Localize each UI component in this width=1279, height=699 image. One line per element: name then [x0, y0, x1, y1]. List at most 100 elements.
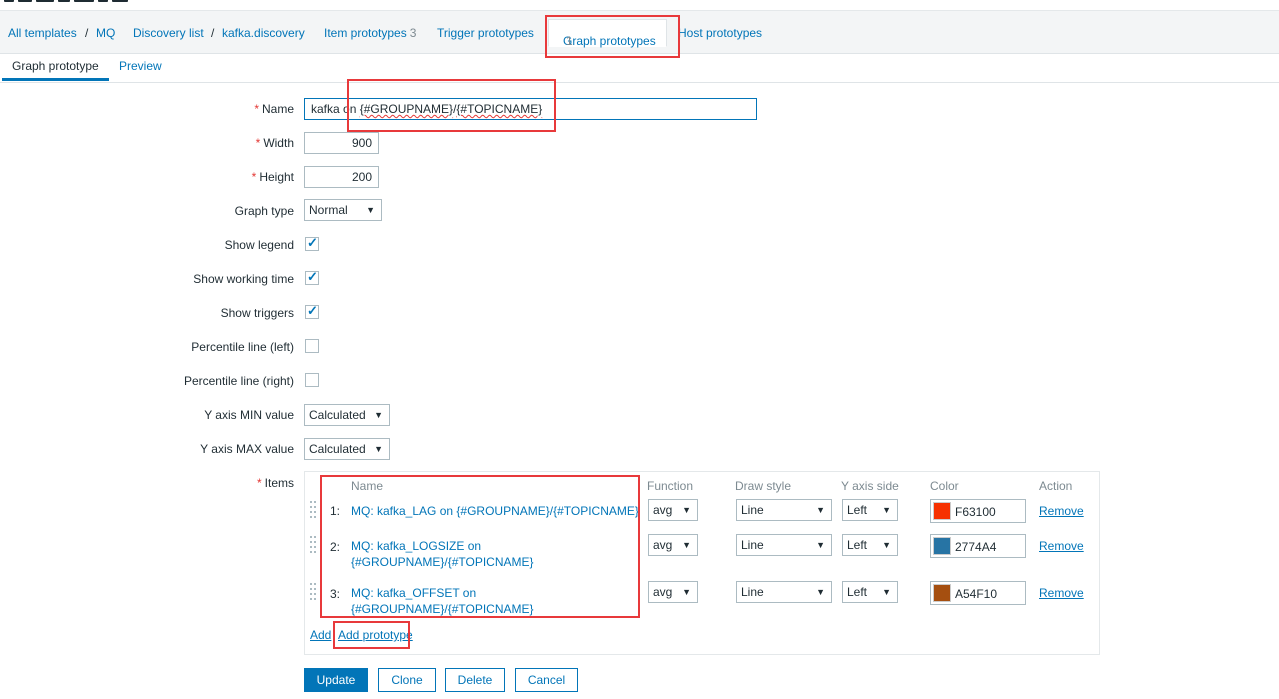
breadcrumb-discovery-rule[interactable]: kafka.discovery: [222, 26, 305, 40]
update-button[interactable]: Update: [304, 668, 368, 692]
drag-handle-icon[interactable]: [310, 536, 316, 554]
show-triggers-checkbox[interactable]: ✓: [305, 303, 319, 319]
item-draw-style-select[interactable]: Line ▼: [736, 534, 832, 556]
chevron-down-icon: ▼: [882, 505, 891, 515]
page-title-cutoff: [0, 0, 140, 6]
width-label: * Width: [256, 136, 294, 150]
breadcrumb-discovery-list[interactable]: Discovery list: [133, 26, 204, 40]
item-function-value: avg: [653, 585, 673, 599]
show-triggers-label: Show triggers: [220, 306, 294, 320]
item-name-line1: MQ: kafka_LAG on {#GROUPNAME}/{#TOPICNAM…: [351, 504, 639, 518]
item-y-axis-side-select[interactable]: Left ▼: [842, 499, 898, 521]
breadcrumb-graph-prototypes-count: 1: [566, 34, 573, 48]
required-marker: *: [256, 476, 262, 490]
add-item-link[interactable]: Add: [310, 628, 331, 642]
height-input[interactable]: 200: [304, 166, 379, 188]
item-draw-style-select[interactable]: Line ▼: [736, 581, 832, 603]
percentile-left-label: Percentile line (left): [191, 340, 294, 354]
breadcrumb-trigger-prototypes[interactable]: Trigger prototypes: [437, 26, 534, 40]
breadcrumb-host[interactable]: MQ: [96, 26, 115, 40]
item-remove-link[interactable]: Remove: [1039, 539, 1084, 553]
breadcrumb-item-prototypes[interactable]: Item prototypes 3: [324, 26, 416, 40]
tab-preview[interactable]: Preview: [119, 59, 162, 73]
item-color-input[interactable]: 2774A4: [930, 534, 1026, 558]
show-working-time-checkbox[interactable]: ✓: [305, 269, 319, 285]
items-header-y-axis-side: Y axis side: [841, 479, 899, 493]
items-header-function: Function: [647, 479, 694, 493]
ymax-label: Y axis MAX value: [200, 442, 294, 456]
drag-handle-icon[interactable]: [310, 501, 316, 519]
height-label: * Height: [252, 170, 294, 184]
item-y-axis-side-select[interactable]: Left ▼: [842, 534, 898, 556]
item-draw-style-value: Line: [741, 538, 764, 552]
ymin-label: Y axis MIN value: [204, 408, 294, 422]
item-remove-link[interactable]: Remove: [1039, 586, 1084, 600]
graph-type-select[interactable]: Normal ▼: [304, 199, 382, 221]
items-header-color: Color: [930, 479, 959, 493]
breadcrumb-separator: /: [85, 26, 89, 40]
item-function-select[interactable]: avg ▼: [648, 534, 698, 556]
color-swatch[interactable]: [933, 502, 951, 520]
item-name-line1: MQ: kafka_OFFSET on: [351, 586, 477, 600]
percentile-right-checkbox[interactable]: [305, 373, 319, 387]
item-function-select[interactable]: avg ▼: [648, 581, 698, 603]
clone-button[interactable]: Clone: [378, 668, 436, 692]
items-label-text: Items: [264, 476, 294, 490]
item-draw-style-value: Line: [741, 585, 764, 599]
breadcrumb-all-templates[interactable]: All templates: [8, 26, 77, 40]
item-function-select[interactable]: avg ▼: [648, 499, 698, 521]
width-input[interactable]: 900: [304, 132, 379, 154]
chevron-down-icon: ▼: [682, 505, 691, 515]
tab-graph-prototype[interactable]: Graph prototype: [2, 59, 109, 81]
color-swatch[interactable]: [933, 584, 951, 602]
show-legend-label: Show legend: [224, 238, 294, 252]
name-label-text: Name: [261, 102, 294, 116]
breadcrumb-graph-prototypes[interactable]: Graph prototypes 1: [548, 19, 667, 48]
chevron-down-icon: ▼: [682, 540, 691, 550]
ymax-select[interactable]: Calculated ▼: [304, 438, 390, 460]
item-row-number: 3:: [330, 587, 341, 601]
cancel-button[interactable]: Cancel: [515, 668, 578, 692]
item-color-value: A54F10: [955, 587, 998, 601]
chevron-down-icon: ▼: [816, 587, 825, 597]
item-draw-style-select[interactable]: Line ▼: [736, 499, 832, 521]
show-legend-checkbox[interactable]: ✓: [305, 235, 319, 251]
show-working-time-label: Show working time: [193, 272, 294, 286]
drag-handle-icon[interactable]: [310, 583, 316, 601]
items-header-action: Action: [1039, 479, 1073, 493]
item-remove-link[interactable]: Remove: [1039, 504, 1084, 518]
height-label-text: Height: [259, 170, 294, 184]
item-name-link[interactable]: MQ: kafka_LOGSIZE on {#GROUPNAME}/{#TOPIC…: [351, 538, 534, 570]
add-prototype-link[interactable]: Add prototype: [338, 628, 413, 642]
delete-button[interactable]: Delete: [445, 668, 505, 692]
item-function-value: avg: [653, 503, 673, 517]
item-name-line2: {#GROUPNAME}/{#TOPICNAME}: [351, 555, 534, 569]
page-header-strip: [0, 0, 1279, 11]
item-color-input[interactable]: F63100: [930, 499, 1026, 523]
checkmark-icon: ✓: [307, 235, 318, 250]
item-color-value: 2774A4: [955, 540, 997, 554]
item-row-number: 1:: [330, 504, 341, 518]
items-header-draw-style: Draw style: [735, 479, 792, 493]
item-name-line2: {#GROUPNAME}/{#TOPICNAME}: [351, 602, 534, 616]
item-y-axis-side-select[interactable]: Left ▼: [842, 581, 898, 603]
name-input[interactable]: kafka on {#GROUPNAME}/{#TOPICNAME}: [304, 98, 757, 120]
ymin-select[interactable]: Calculated ▼: [304, 404, 390, 426]
color-swatch[interactable]: [933, 537, 951, 555]
item-name-link[interactable]: MQ: kafka_OFFSET on {#GROUPNAME}/{#TOPICN…: [351, 585, 534, 617]
chevron-down-icon: ▼: [816, 540, 825, 550]
ymin-value: Calculated: [309, 408, 366, 422]
width-label-text: Width: [263, 136, 294, 150]
chevron-down-icon: ▼: [682, 587, 691, 597]
chevron-down-icon: ▼: [882, 540, 891, 550]
chevron-down-icon: ▼: [816, 505, 825, 515]
item-name-line1: MQ: kafka_LOGSIZE on: [351, 539, 482, 553]
breadcrumb-host-prototypes[interactable]: Host prototypes: [678, 26, 762, 40]
item-color-input[interactable]: A54F10: [930, 581, 1026, 605]
item-draw-style-value: Line: [741, 503, 764, 517]
percentile-right-label: Percentile line (right): [183, 374, 294, 388]
name-input-macro-topic: {#TOPICNAME}: [456, 102, 543, 116]
items-table: Name Function Draw style Y axis side Col…: [304, 471, 1100, 655]
percentile-left-checkbox[interactable]: [305, 339, 319, 353]
item-name-link[interactable]: MQ: kafka_LAG on {#GROUPNAME}/{#TOPICNAM…: [351, 503, 639, 519]
